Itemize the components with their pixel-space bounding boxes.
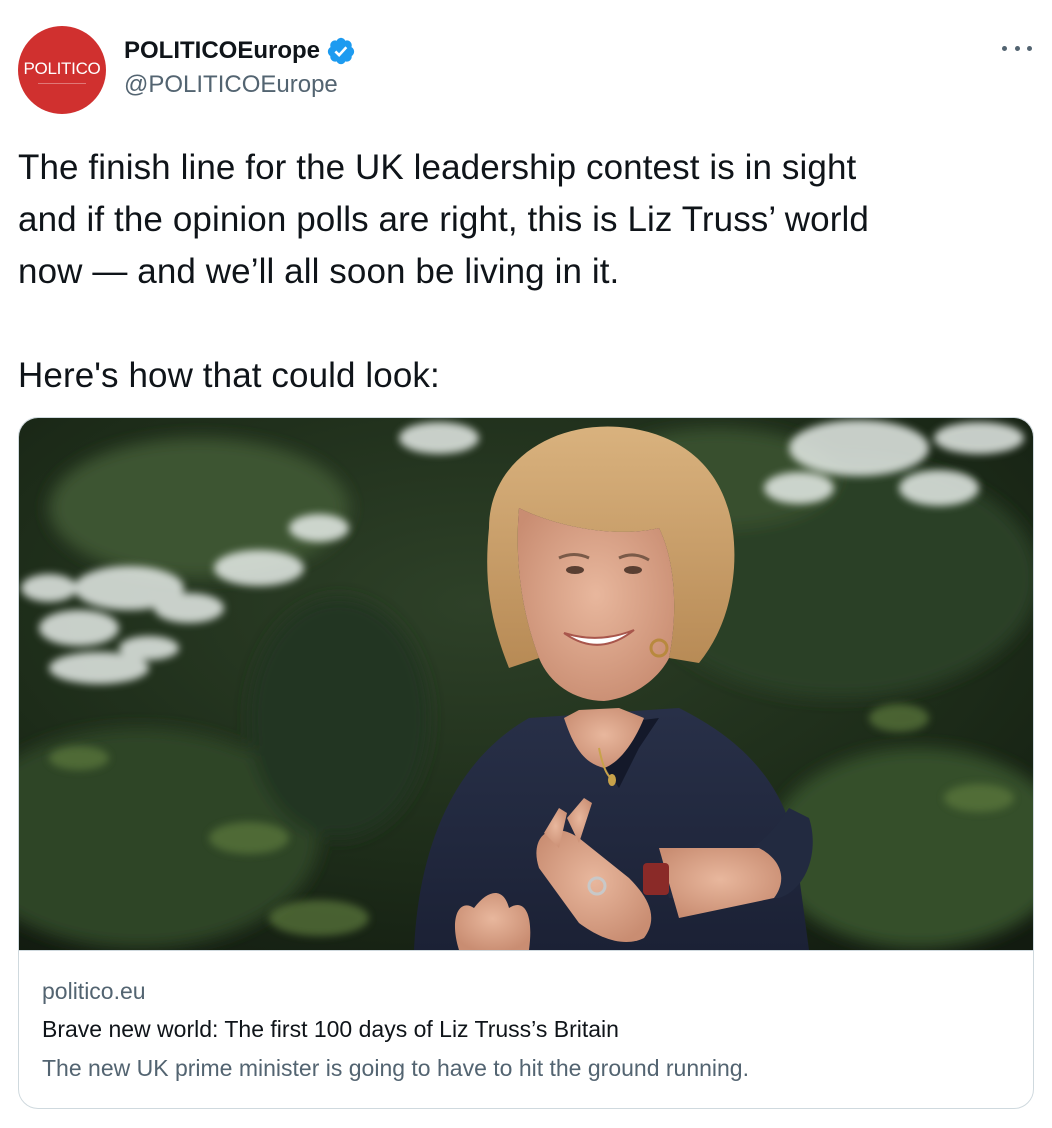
tweet-text-line: The finish line for the UK leadership co… (18, 148, 857, 187)
more-options-button[interactable] (1002, 38, 1032, 58)
avatar-rule (38, 83, 86, 84)
card-domain: politico.eu (42, 978, 146, 1004)
tweet-text: The finish line for the UK leadership co… (18, 142, 1034, 402)
tweet-text-line: Here's how that could look: (18, 356, 440, 395)
display-name[interactable]: POLITICOEurope (124, 37, 320, 65)
name-row: POLITICOEurope (124, 36, 356, 66)
verified-badge-icon (326, 36, 356, 66)
avatar[interactable]: POLITICO (18, 26, 106, 114)
card-body: politico.eu Brave new world: The first 1… (42, 974, 1013, 1085)
tweet-text-line: now — and we’ll all soon be living in it… (18, 252, 620, 291)
link-card[interactable]: politico.eu Brave new world: The first 1… (18, 417, 1034, 1109)
handle[interactable]: @POLITICOEurope (124, 71, 356, 99)
more-horizontal-icon (1002, 45, 1007, 51)
author-info: POLITICOEurope @POLITICOEurope (124, 36, 356, 99)
more-horizontal-icon-dot (1027, 45, 1032, 51)
tweet-text-line: and if the opinion polls are right, this… (18, 200, 869, 239)
avatar-logo: POLITICO (23, 59, 101, 78)
card-image[interactable] (19, 418, 1034, 950)
more-horizontal-icon-dot (1014, 45, 1020, 51)
tweet: POLITICO POLITICOEurope @POLITICOEurope … (0, 0, 1052, 1128)
card-divider (19, 950, 1033, 951)
card-description: The new UK prime minister is going to ha… (42, 1055, 749, 1081)
card-title[interactable]: Brave new world: The first 100 days of L… (42, 1012, 1013, 1046)
